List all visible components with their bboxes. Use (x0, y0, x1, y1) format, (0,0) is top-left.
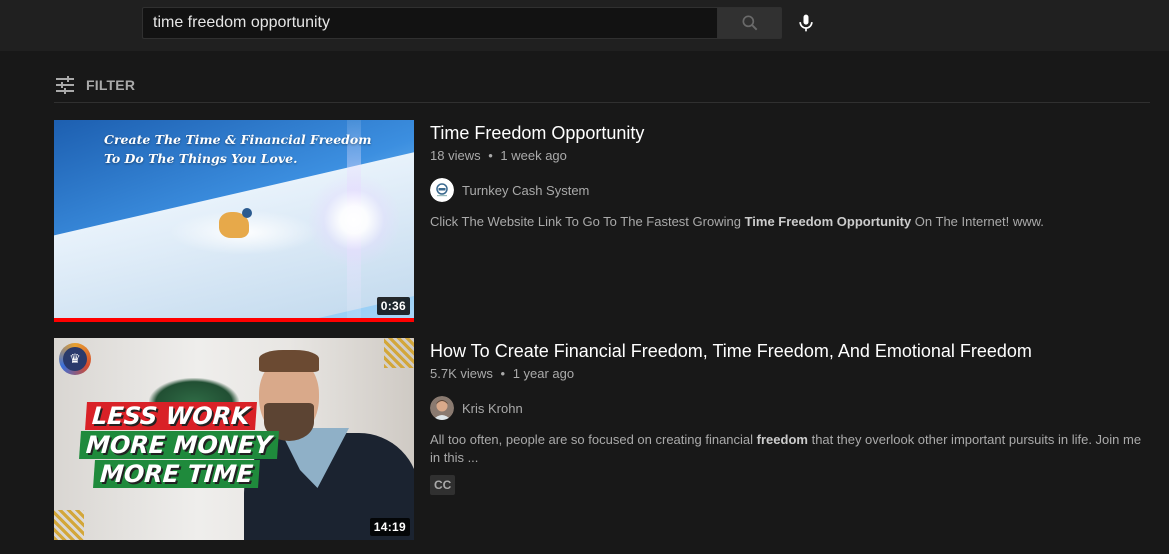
thumbnail-caption-line: MORE MONEY (79, 431, 279, 459)
video-info: Time Freedom Opportunity 18 views • 1 we… (430, 120, 1150, 231)
video-meta: 5.7K views • 1 year ago (430, 365, 1150, 383)
description-text: On The Internet! www. (911, 214, 1044, 229)
duration-badge: 14:19 (369, 518, 410, 536)
divider (54, 102, 1150, 103)
watch-progress-bar (54, 318, 414, 322)
video-description: All too often, people are so focused on … (430, 431, 1150, 467)
crown-logo-icon: ♛ (59, 343, 91, 375)
video-meta: 18 views • 1 week ago (430, 147, 1150, 165)
description-highlight: Time Freedom Opportunity (744, 214, 912, 229)
filter-button[interactable]: FILTER (55, 74, 135, 96)
video-description: Click The Website Link To Go To The Fast… (430, 213, 1150, 231)
video-title[interactable]: How To Create Financial Freedom, Time Fr… (430, 338, 1150, 364)
view-count: 18 views (430, 148, 481, 163)
top-bar (0, 0, 1169, 51)
voice-search-button[interactable] (790, 7, 822, 39)
upload-age: 1 week ago (500, 148, 567, 163)
meta-separator: • (500, 366, 506, 381)
closed-captions-badge: CC (430, 475, 456, 495)
thumbnail-lens-flare (309, 170, 399, 270)
description-highlight: freedom (756, 432, 808, 447)
video-thumbnail[interactable]: LESS WORK MORE MONEY MORE TIME ♛ 14:19 (54, 338, 414, 540)
search-button[interactable] (717, 7, 782, 39)
thumbnail-corner-decoration (384, 338, 414, 368)
thumbnail-skier-helmet (242, 208, 252, 218)
description-text: Click The Website Link To Go To The Fast… (430, 214, 745, 229)
search-box[interactable] (142, 7, 718, 39)
channel-link[interactable]: Turnkey Cash System (430, 178, 1150, 202)
video-result[interactable]: Create The Time & Financial Freedom To D… (54, 120, 1154, 324)
channel-avatar[interactable] (430, 396, 454, 420)
search-input[interactable] (143, 8, 718, 38)
video-thumbnail[interactable]: Create The Time & Financial Freedom To D… (54, 120, 414, 322)
thumbnail-caption-line: LESS WORK (85, 402, 257, 430)
sliders-icon (56, 76, 74, 94)
thumbnail-caption: Create The Time & Financial Freedom To D… (104, 130, 372, 168)
channel-avatar[interactable] (430, 178, 454, 202)
search-icon (742, 15, 757, 31)
view-count: 5.7K views (430, 366, 493, 381)
channel-avatar-photo (430, 396, 454, 420)
duration-badge: 0:36 (376, 297, 410, 315)
watch-progress-fill (54, 318, 414, 322)
video-info: How To Create Financial Freedom, Time Fr… (430, 338, 1150, 495)
upload-age: 1 year ago (512, 366, 575, 381)
channel-logo-icon (430, 178, 454, 202)
channel-name[interactable]: Kris Krohn (462, 401, 523, 416)
channel-name[interactable]: Turnkey Cash System (462, 183, 589, 198)
video-result[interactable]: LESS WORK MORE MONEY MORE TIME ♛ 14:19 H… (54, 338, 1154, 542)
thumbnail-caption-line: MORE TIME (93, 460, 261, 488)
thumbnail-caption-line: Create The Time & Financial Freedom (104, 132, 372, 147)
description-text: All too often, people are so focused on … (430, 432, 757, 447)
video-title[interactable]: Time Freedom Opportunity (430, 120, 1150, 146)
channel-link[interactable]: Kris Krohn (430, 396, 1150, 420)
filter-label: FILTER (86, 77, 136, 93)
thumbnail-corner-decoration (54, 510, 84, 540)
thumbnail-person-hair (259, 350, 319, 372)
thumbnail-caption-line: To Do The Things You Love. (104, 151, 298, 166)
microphone-icon (799, 14, 813, 32)
meta-separator: • (488, 148, 493, 163)
